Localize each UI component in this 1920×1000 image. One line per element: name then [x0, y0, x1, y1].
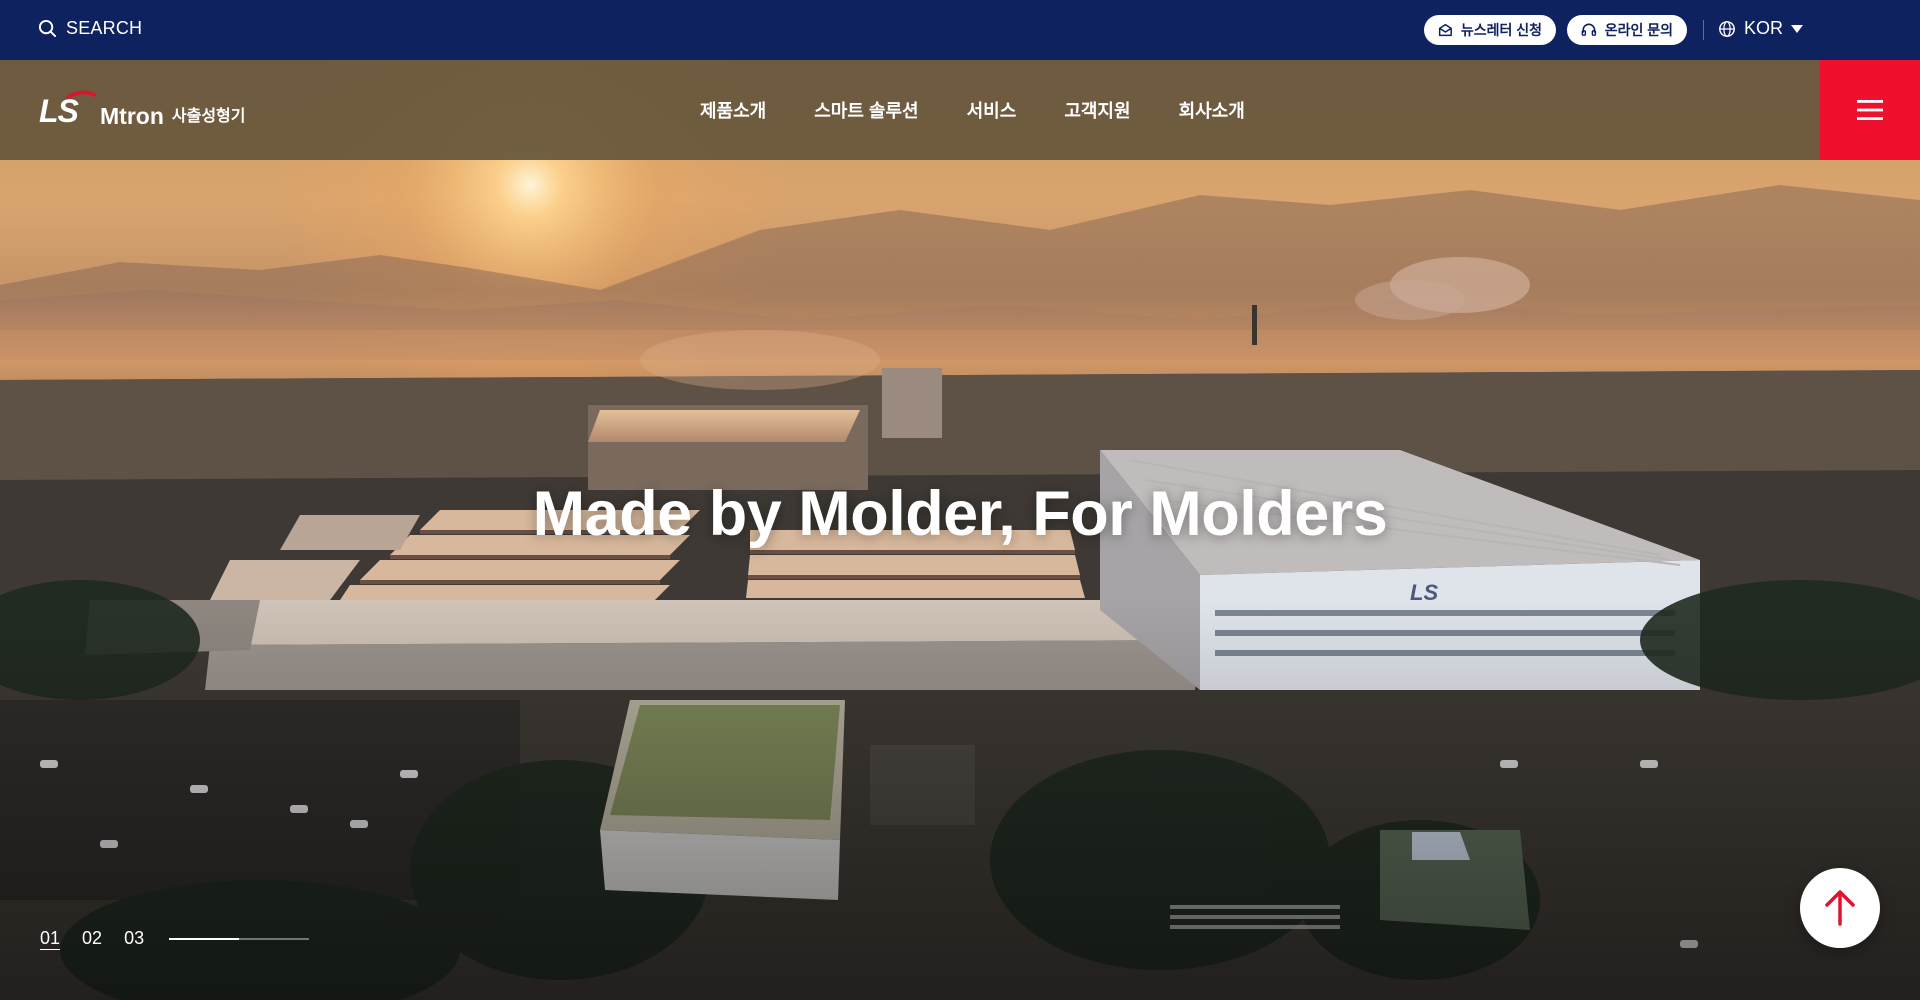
- slide-indicator-3[interactable]: 03: [124, 928, 144, 949]
- logo-brand-text: Mtron: [100, 103, 164, 129]
- globe-icon: [1719, 20, 1735, 37]
- main-navigation: 제품소개 스마트 솔루션 서비스 고객지원 회사소개: [700, 60, 1293, 160]
- arrow-up-icon: [1825, 890, 1855, 926]
- slide-progress-fill: [169, 937, 240, 940]
- svg-text:LS: LS: [39, 93, 80, 128]
- hamburger-icon: [1857, 100, 1883, 120]
- slide-progress-bar: [169, 937, 310, 940]
- search-label: SEARCH: [66, 18, 143, 38]
- ls-logo-mark: LS: [38, 90, 97, 129]
- language-label: KOR: [1744, 18, 1784, 38]
- ls-logo-image: LS: [39, 90, 97, 129]
- language-selector[interactable]: KOR: [1718, 18, 1804, 39]
- slide-indicator-2[interactable]: 02: [82, 928, 102, 949]
- nav-item-company[interactable]: 회사소개: [1179, 97, 1245, 123]
- nav-item-products[interactable]: 제품소개: [700, 97, 766, 123]
- hero-title: Made by Molder, For Molders: [532, 479, 1388, 549]
- menu-button[interactable]: [1820, 60, 1920, 160]
- newsletter-button[interactable]: 뉴스레터 신청: [1424, 15, 1556, 45]
- newsletter-label: 뉴스레터 신청: [1460, 22, 1542, 38]
- nav-item-services[interactable]: 서비스: [967, 97, 1017, 123]
- scroll-to-top-button[interactable]: [1800, 868, 1880, 948]
- search-icon: [38, 19, 57, 38]
- logo-subtitle: 사출성형기: [171, 108, 246, 125]
- caret-down-icon: [1791, 24, 1804, 33]
- site-logo[interactable]: LS Mtron 사출성형기: [38, 90, 246, 129]
- search-button[interactable]: SEARCH: [38, 18, 142, 39]
- utility-bar: SEARCH 뉴스레터 신청 온라인 문의 KOR: [0, 0, 1920, 60]
- main-header: LS Mtron 사출성형기 제품소개 스마트 솔루션 서비스 고객지원 회사소…: [0, 60, 1920, 160]
- envelope-icon: [1438, 23, 1452, 37]
- slide-pager: 01 02 03: [40, 928, 310, 949]
- headset-icon: [1581, 23, 1597, 36]
- online-inquiry-button[interactable]: 온라인 문의: [1567, 15, 1687, 45]
- topbar-divider: [1703, 20, 1704, 40]
- online-inquiry-label: 온라인 문의: [1604, 22, 1673, 38]
- nav-item-smart-solutions[interactable]: 스마트 솔루션: [814, 97, 918, 123]
- slide-indicator-1[interactable]: 01: [40, 928, 60, 949]
- nav-item-customer-support[interactable]: 고객지원: [1064, 97, 1130, 123]
